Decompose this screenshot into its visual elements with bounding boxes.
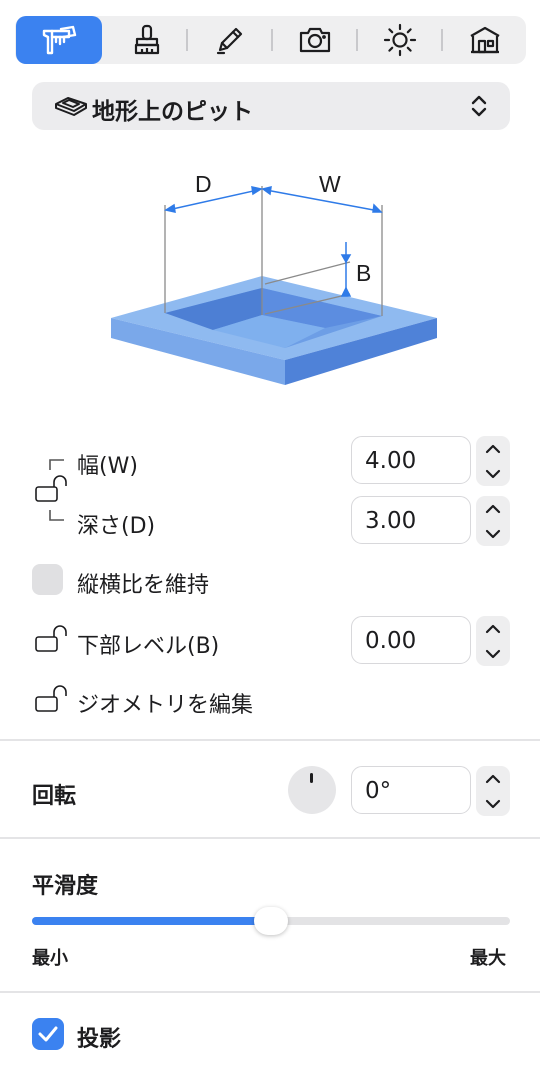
- dimension-label-w: W: [319, 171, 341, 197]
- chevron-down-icon: [485, 799, 501, 808]
- smoothness-min-label: 最小: [32, 948, 68, 969]
- depth-increment[interactable]: [476, 496, 510, 521]
- rotation-dial[interactable]: [288, 766, 336, 814]
- depth-label: 深さ(D): [77, 514, 156, 539]
- section-divider: [0, 991, 540, 993]
- smoothness-slider-track[interactable]: [32, 907, 510, 935]
- tab-camera[interactable]: [274, 16, 356, 64]
- width-label: 幅(W): [77, 454, 138, 479]
- bottom-level-increment[interactable]: [476, 616, 510, 641]
- terrain-pit-icon: [55, 97, 87, 116]
- section-divider: [0, 739, 540, 741]
- width-decrement[interactable]: [476, 461, 510, 486]
- toolbar-separator: [271, 29, 273, 51]
- depth-input[interactable]: 3.00: [351, 496, 471, 544]
- toolbar-separator: [441, 29, 443, 51]
- smoothness-slider-fill: [32, 917, 271, 925]
- sun-icon: [383, 23, 417, 57]
- width-stepper[interactable]: [476, 436, 510, 486]
- tab-measure[interactable]: [16, 16, 102, 64]
- bottom-level-label: 下部レベル(B): [77, 634, 220, 659]
- chevron-up-icon: [485, 624, 501, 633]
- bottom-level-input[interactable]: 0.00: [351, 616, 471, 664]
- tab-building[interactable]: [444, 16, 526, 64]
- chevron-down-icon: [485, 469, 501, 478]
- width-increment[interactable]: [476, 436, 510, 461]
- chevron-up-icon: [485, 444, 501, 453]
- object-type-label: 地形上のピット: [92, 99, 253, 125]
- paint-brush-icon: [134, 24, 160, 55]
- dimension-label-d: D: [195, 171, 212, 197]
- object-type-select[interactable]: 地形上のピット: [32, 82, 510, 130]
- dimension-label-b: B: [356, 260, 371, 286]
- smoothness-max-label: 最大: [470, 948, 506, 969]
- smoothness-label: 平滑度: [32, 874, 99, 899]
- tab-light[interactable]: [359, 16, 441, 64]
- smoothness-slider-thumb[interactable]: [254, 907, 288, 935]
- width-input[interactable]: 4.00: [351, 436, 471, 484]
- toolbar-separator: [186, 29, 188, 51]
- chevron-up-icon: [485, 774, 501, 783]
- unlock-icon[interactable]: [34, 624, 70, 656]
- rotation-increment[interactable]: [476, 766, 510, 791]
- pit-dimension-diagram: D W B: [111, 171, 437, 385]
- unlock-icon[interactable]: [34, 684, 70, 716]
- tool-tab-bar: [15, 16, 526, 64]
- tab-style[interactable]: [107, 16, 187, 64]
- chevron-down-icon: [485, 529, 501, 538]
- aspect-ratio-checkbox[interactable]: [32, 564, 63, 595]
- chevron-up-icon: [485, 504, 501, 513]
- bottom-level-decrement[interactable]: [476, 641, 510, 666]
- chevron-down-icon: [485, 649, 501, 658]
- rotation-input[interactable]: 0°: [351, 766, 471, 814]
- unlock-icon[interactable]: [34, 474, 70, 506]
- rotation-label: 回転: [32, 784, 77, 809]
- checkmark-icon: [38, 1026, 58, 1042]
- depth-stepper[interactable]: [476, 496, 510, 546]
- toolbar-separator: [356, 29, 358, 51]
- edit-geometry-label[interactable]: ジオメトリを編集: [77, 687, 253, 719]
- caliper-ruler-icon: [42, 25, 77, 55]
- shadow-checkbox[interactable]: [32, 1018, 64, 1050]
- up-down-chevron-icon: [471, 95, 487, 117]
- aspect-ratio-label: 縦横比を維持: [77, 573, 210, 598]
- pencil-icon: [216, 27, 243, 55]
- tab-edit[interactable]: [189, 16, 271, 64]
- rotation-stepper[interactable]: [476, 766, 510, 816]
- bottom-level-stepper[interactable]: [476, 616, 510, 666]
- rotation-dial-indicator: [310, 773, 313, 783]
- camera-icon: [299, 27, 331, 53]
- depth-decrement[interactable]: [476, 521, 510, 546]
- shadow-label: 投影: [77, 1027, 122, 1052]
- rotation-decrement[interactable]: [476, 791, 510, 816]
- house-icon: [470, 26, 500, 54]
- section-divider: [0, 837, 540, 839]
